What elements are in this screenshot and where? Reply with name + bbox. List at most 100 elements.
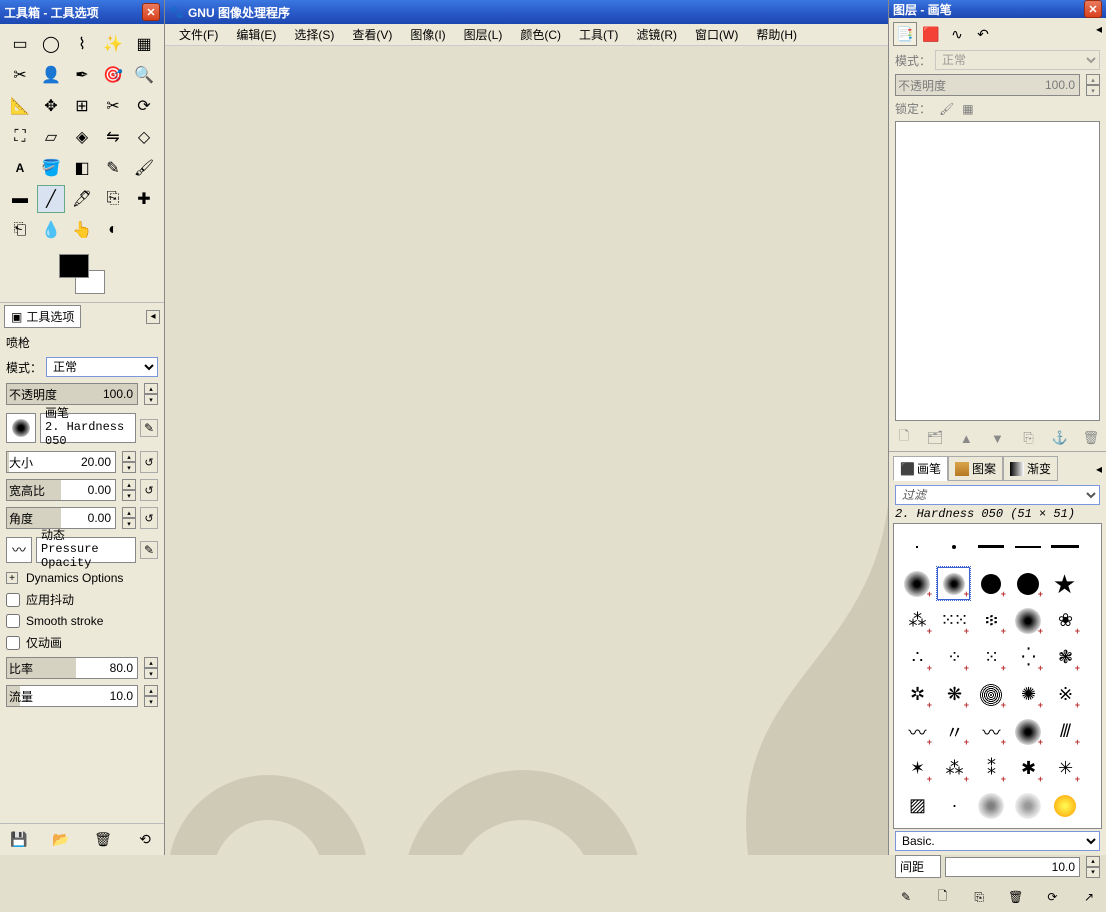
menu-help[interactable]: 帮助(H) bbox=[748, 24, 805, 45]
tool-scissors[interactable]: ✂ bbox=[6, 61, 34, 89]
canvas-area[interactable] bbox=[165, 46, 888, 855]
layer-list[interactable] bbox=[895, 121, 1100, 421]
menu-layer[interactable]: 图层(L) bbox=[456, 24, 511, 45]
tool-heal[interactable]: ✚ bbox=[130, 185, 158, 213]
brush-item[interactable]: ※+ bbox=[1048, 678, 1081, 711]
menu-view[interactable]: 查看(V) bbox=[344, 24, 400, 45]
tool-scale[interactable]: ⛶ bbox=[6, 123, 34, 151]
close-icon[interactable]: ✕ bbox=[1084, 0, 1102, 18]
tool-blur[interactable]: 💧 bbox=[37, 216, 65, 244]
tool-bucket-fill[interactable]: 🪣 bbox=[37, 154, 65, 182]
brush-item[interactable]: ⁛+ bbox=[1011, 641, 1044, 674]
tool-ellipse-select[interactable]: ◯ bbox=[37, 30, 65, 58]
mode-select[interactable]: 正常 bbox=[46, 357, 158, 377]
brush-preview-button[interactable] bbox=[6, 413, 36, 443]
raise-layer-button[interactable]: ▲ bbox=[955, 427, 977, 449]
motion-only-checkbox[interactable] bbox=[6, 636, 20, 650]
layer-opacity-spinner[interactable]: ▴▾ bbox=[1086, 74, 1100, 96]
duplicate-layer-button[interactable]: ⎘ bbox=[1018, 427, 1040, 449]
upper-dock-menu[interactable]: ◂ bbox=[1096, 22, 1102, 46]
layer-opacity-slider[interactable]: 不透明度 100.0 bbox=[895, 74, 1080, 96]
brush-item-selected[interactable]: + bbox=[937, 567, 970, 600]
aspect-spinner[interactable]: ▴▾ bbox=[122, 479, 136, 501]
tab-gradients[interactable]: 渐变 bbox=[1003, 456, 1058, 481]
aspect-slider[interactable]: 宽高比 0.00 bbox=[6, 479, 116, 501]
refresh-brushes-button[interactable]: ⟳ bbox=[1041, 886, 1063, 908]
tool-measure[interactable]: 📐 bbox=[6, 92, 34, 120]
menu-edit[interactable]: 编辑(E) bbox=[228, 24, 284, 45]
close-icon[interactable]: ✕ bbox=[142, 3, 160, 21]
size-spinner[interactable]: ▴▾ bbox=[122, 451, 136, 473]
menu-filters[interactable]: 滤镜(R) bbox=[628, 24, 685, 45]
delete-layer-button[interactable]: 🗑 bbox=[1080, 427, 1102, 449]
brush-item[interactable]: ✳+ bbox=[1048, 752, 1081, 785]
dynamics-preview[interactable]: 〰 bbox=[6, 537, 32, 563]
tool-move[interactable]: ✥ bbox=[37, 92, 65, 120]
tool-perspective-clone[interactable]: ⎗ bbox=[6, 216, 34, 244]
brush-item[interactable]: · bbox=[937, 789, 970, 822]
angle-slider[interactable]: 角度 0.00 bbox=[6, 507, 116, 529]
brush-item[interactable]: ▨ bbox=[900, 789, 933, 822]
tool-flip[interactable]: ⇋ bbox=[99, 123, 127, 151]
brush-item[interactable]: ⁑+ bbox=[974, 752, 1007, 785]
tool-rect-select[interactable]: ▭ bbox=[6, 30, 34, 58]
tool-pencil[interactable]: ✎ bbox=[99, 154, 127, 182]
brush-item[interactable] bbox=[937, 530, 970, 563]
brush-item[interactable]: + bbox=[1011, 715, 1044, 748]
brush-item[interactable]: ✶+ bbox=[900, 752, 933, 785]
menu-tools[interactable]: 工具(T) bbox=[571, 24, 626, 45]
tool-cage[interactable]: ◇ bbox=[130, 123, 158, 151]
brush-item[interactable] bbox=[900, 530, 933, 563]
brush-item[interactable]: ⁙+ bbox=[974, 641, 1007, 674]
tool-color-picker[interactable]: 🎯 bbox=[99, 61, 127, 89]
rate-spinner[interactable]: ▴▾ bbox=[144, 657, 158, 679]
tool-smudge[interactable]: 👆 bbox=[68, 216, 96, 244]
tool-foreground[interactable]: 👤 bbox=[37, 61, 65, 89]
anchor-layer-button[interactable]: ⚓ bbox=[1049, 427, 1071, 449]
brush-item[interactable]: ★ bbox=[1048, 567, 1081, 600]
dock-menu-button[interactable]: ◂ bbox=[146, 310, 160, 324]
opacity-slider[interactable]: 不透明度 100.0 bbox=[6, 383, 138, 405]
brush-selector[interactable]: 画笔 2. Hardness 050 bbox=[40, 413, 136, 443]
tool-rotate[interactable]: ⟳ bbox=[130, 92, 158, 120]
tab-brushes[interactable]: ⬛ 画笔 bbox=[893, 456, 948, 481]
fg-color-swatch[interactable] bbox=[59, 254, 89, 278]
restore-preset-icon[interactable]: 📂 bbox=[52, 831, 70, 849]
brush-item[interactable]: 〰+ bbox=[900, 715, 933, 748]
brush-item[interactable]: ///+ bbox=[1048, 715, 1081, 748]
layer-mode-select[interactable]: 正常 bbox=[935, 50, 1100, 70]
tool-perspective[interactable]: ◈ bbox=[68, 123, 96, 151]
brush-filter-select[interactable]: 过滤 bbox=[895, 485, 1100, 505]
lower-dock-menu[interactable]: ◂ bbox=[1096, 462, 1102, 476]
brush-collection-select[interactable]: Basic. bbox=[895, 831, 1100, 851]
toolbox-titlebar[interactable]: 工具箱 - 工具选项 ✕ bbox=[0, 0, 164, 24]
brush-item[interactable]: ⁘+ bbox=[937, 641, 970, 674]
tool-by-color[interactable]: ▦ bbox=[130, 30, 158, 58]
brush-item[interactable]: ❃+ bbox=[1048, 641, 1081, 674]
brush-item[interactable]: + bbox=[974, 567, 1007, 600]
brush-item[interactable] bbox=[1048, 530, 1081, 563]
tool-blend[interactable]: ◧ bbox=[68, 154, 96, 182]
tab-undo-icon[interactable]: ↶ bbox=[971, 22, 995, 46]
tool-paintbrush[interactable]: 🖌 bbox=[130, 154, 158, 182]
edit-brush-icon[interactable]: ✎ bbox=[140, 419, 158, 437]
duplicate-brush-button[interactable]: ⎘ bbox=[968, 886, 990, 908]
brush-item[interactable]: ⁂+ bbox=[937, 752, 970, 785]
lower-layer-button[interactable]: ▼ bbox=[986, 427, 1008, 449]
new-brush-button[interactable]: 🗋 bbox=[932, 886, 954, 908]
open-as-image-button[interactable]: ↗ bbox=[1078, 886, 1100, 908]
menu-select[interactable]: 选择(S) bbox=[286, 24, 342, 45]
opacity-spinner[interactable]: ▴▾ bbox=[144, 383, 158, 405]
brush-item[interactable]: 〰+ bbox=[974, 715, 1007, 748]
right-titlebar[interactable]: 图层 - 画笔 ✕ bbox=[889, 0, 1106, 18]
tab-channels-icon[interactable]: 🟥 bbox=[919, 22, 943, 46]
brush-item[interactable]: ∴+ bbox=[900, 641, 933, 674]
menu-image[interactable]: 图像(I) bbox=[402, 24, 453, 45]
tool-ink[interactable]: 🖋 bbox=[68, 185, 96, 213]
tool-text[interactable]: A bbox=[6, 154, 34, 182]
main-titlebar[interactable]: 🐾 GNU 图像处理程序 bbox=[165, 0, 888, 24]
menu-color[interactable]: 颜色(C) bbox=[512, 24, 569, 45]
tool-dodge-burn[interactable]: ◐ bbox=[99, 216, 127, 244]
spacing-spinner[interactable]: ▴▾ bbox=[1086, 856, 1100, 878]
brush-item[interactable]: 〃+ bbox=[937, 715, 970, 748]
